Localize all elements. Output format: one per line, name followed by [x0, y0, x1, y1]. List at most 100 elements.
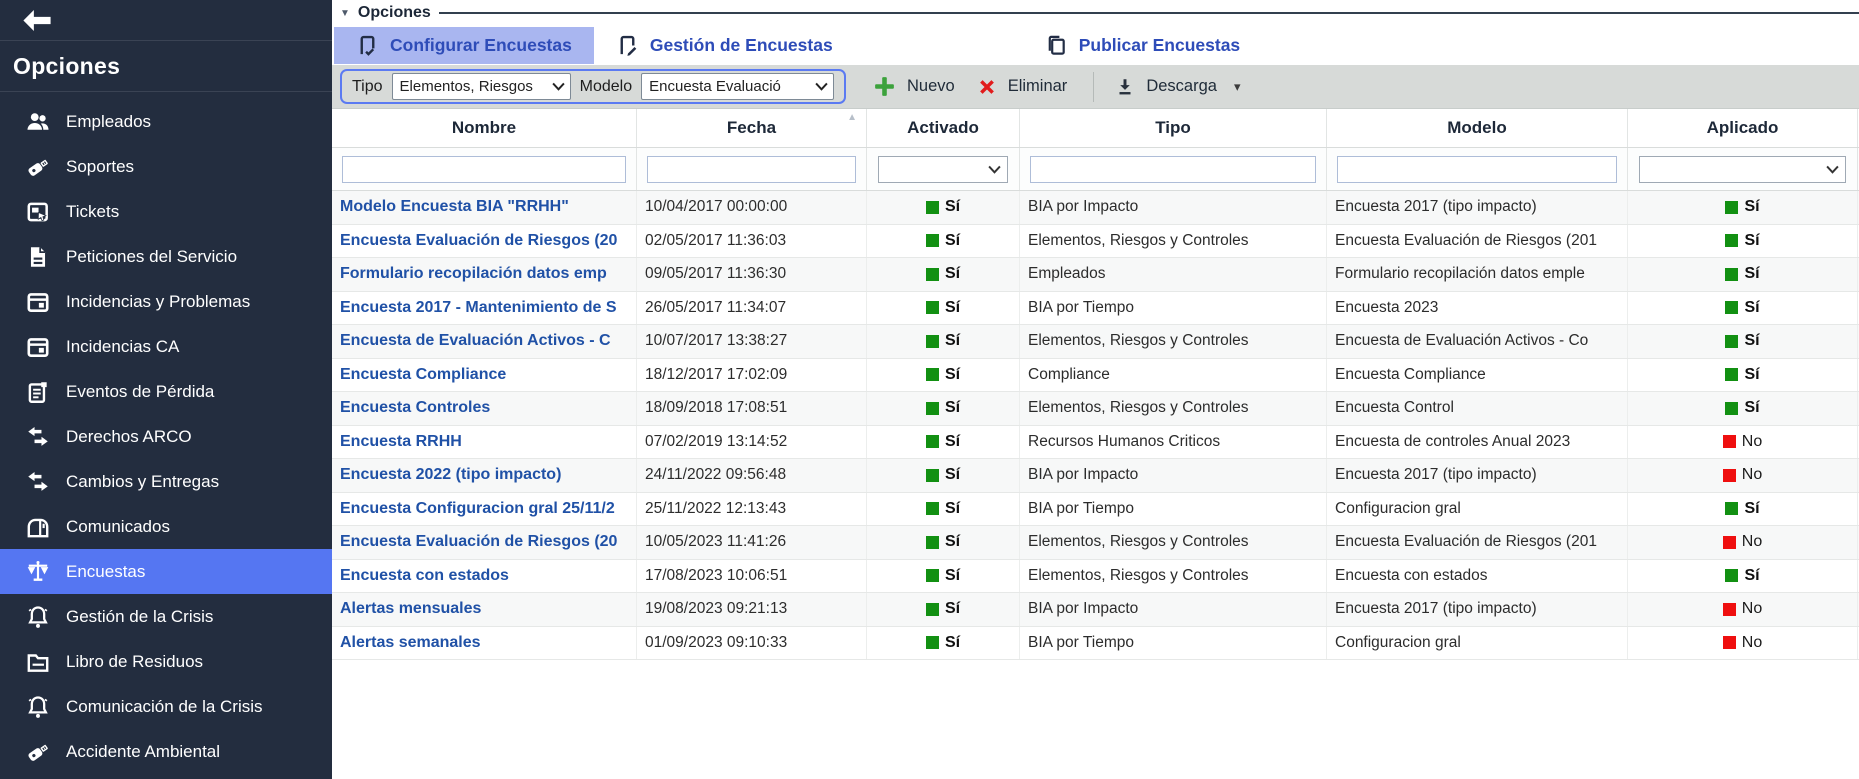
sidebar-item-incidencias-ca[interactable]: Incidencias CA — [0, 324, 332, 369]
filter-input-tipo[interactable] — [1030, 156, 1316, 183]
modelo-cell: Formulario recopilación datos emple — [1327, 258, 1628, 291]
table-row: Encuesta Compliance 18/12/2017 17:02:09 … — [332, 359, 1859, 393]
modelo-cell: Configuracion gral — [1327, 627, 1628, 660]
tipo-select[interactable]: Elementos, Riesgos — [392, 73, 571, 100]
survey-name-link[interactable]: Modelo Encuesta BIA "RRHH" — [340, 198, 569, 216]
back-arrow-icon — [22, 9, 52, 32]
survey-name-link[interactable]: Encuesta con estados — [340, 567, 509, 585]
activado-cell: Sí — [867, 426, 1020, 459]
filter-input-nombre[interactable] — [342, 156, 626, 183]
table-row: Encuesta 2017 - Mantenimiento de S 26/05… — [332, 292, 1859, 326]
sidebar-item-eventos-de-perdida[interactable]: Eventos de Pérdida — [0, 369, 332, 414]
sidebar-collapse-button[interactable] — [0, 0, 332, 41]
fecha-cell: 07/02/2019 13:14:52 — [637, 426, 867, 459]
sidebar-item-tickets[interactable]: Tickets — [0, 189, 332, 234]
status-square-icon — [926, 301, 939, 314]
survey-name-link[interactable]: Encuesta Configuracion gral 25/11/2 — [340, 500, 615, 518]
bookmark-check-icon — [356, 34, 379, 57]
tab-label: Publicar Encuestas — [1079, 35, 1240, 56]
tab-gestion-de-encuestas[interactable]: Gestión de Encuestas — [594, 27, 855, 64]
column-header-aplicado[interactable]: Aplicado — [1628, 109, 1858, 147]
column-header-fecha[interactable]: Fecha▲ — [637, 109, 867, 147]
modelo-cell: Encuesta con estados — [1327, 560, 1628, 593]
survey-name-link[interactable]: Alertas mensuales — [340, 600, 481, 618]
column-header-tipo[interactable]: Tipo — [1020, 109, 1327, 147]
tipo-cell: BIA por Impacto — [1020, 191, 1327, 224]
column-header-modelo[interactable]: Modelo — [1327, 109, 1628, 147]
descarga-button[interactable]: Descarga ▾ — [1114, 76, 1240, 98]
modelo-cell: Encuesta 2023 — [1327, 292, 1628, 325]
fecha-cell: 26/05/2017 11:34:07 — [637, 292, 867, 325]
sidebar-item-comunicacion-de-la-crisis[interactable]: Comunicación de la Crisis — [0, 684, 332, 729]
filter-cell-nombre — [332, 148, 637, 190]
filter-select-activado[interactable] — [878, 156, 1008, 183]
survey-name-link[interactable]: Encuesta Evaluación de Riesgos (20 — [340, 232, 617, 250]
document-icon — [25, 244, 51, 270]
tab-configurar-encuestas[interactable]: Configurar Encuestas — [334, 27, 594, 64]
fecha-cell: 10/07/2017 13:38:27 — [637, 325, 867, 358]
filter-input-fecha[interactable] — [647, 156, 856, 183]
survey-name-link[interactable]: Formulario recopilación datos emp — [340, 265, 607, 283]
table-row: Formulario recopilación datos emp 09/05/… — [332, 258, 1859, 292]
sidebar-item-empleados[interactable]: Empleados — [0, 99, 332, 144]
sidebar-item-encuestas[interactable]: Encuestas — [0, 549, 332, 594]
modelo-select[interactable]: Encuesta Evaluació — [641, 73, 834, 100]
modelo-cell: Encuesta de controles Anual 2023 — [1327, 426, 1628, 459]
status-square-icon — [1725, 569, 1738, 582]
sidebar-item-peticiones-del-servicio[interactable]: Peticiones del Servicio — [0, 234, 332, 279]
survey-name-link[interactable]: Encuesta 2022 (tipo impacto) — [340, 466, 561, 484]
tipo-cell: BIA por Tiempo — [1020, 292, 1327, 325]
sidebar-item-incidencias-y-problemas[interactable]: Incidencias y Problemas — [0, 279, 332, 324]
sidebar-item-libro-de-residuos[interactable]: Libro de Residuos — [0, 639, 332, 684]
filter-select-aplicado[interactable] — [1639, 156, 1846, 183]
modelo-cell: Encuesta de Evaluación Activos - Co — [1327, 325, 1628, 358]
survey-name-link[interactable]: Encuesta Compliance — [340, 366, 506, 384]
sidebar-item-derechos-arco[interactable]: Derechos ARCO — [0, 414, 332, 459]
column-header-nombre[interactable]: Nombre — [332, 109, 637, 147]
table-row: Encuesta Evaluación de Riesgos (20 02/05… — [332, 225, 1859, 259]
sidebar-item-gestion-de-la-crisis[interactable]: Gestión de la Crisis — [0, 594, 332, 639]
nuevo-button[interactable]: Nuevo — [872, 74, 955, 99]
status-square-icon — [926, 335, 939, 348]
survey-name-link[interactable]: Encuesta RRHH — [340, 433, 462, 451]
tab-label: Configurar Encuestas — [390, 35, 572, 56]
sidebar-title: Opciones — [0, 41, 332, 92]
collapse-triangle-icon[interactable]: ▼ — [340, 8, 350, 19]
survey-name-link[interactable]: Encuesta Controles — [340, 399, 490, 417]
table-row: Encuesta 2022 (tipo impacto) 24/11/2022 … — [332, 459, 1859, 493]
status-square-icon — [926, 502, 939, 515]
fecha-cell: 09/05/2017 11:36:30 — [637, 258, 867, 291]
modelo-cell: Encuesta 2017 (tipo impacto) — [1327, 593, 1628, 626]
sidebar-item-accidente-ambiental[interactable]: Accidente Ambiental — [0, 729, 332, 774]
sidebar-item-label: Accidente Ambiental — [66, 742, 220, 762]
eliminar-button[interactable]: Eliminar — [976, 76, 1068, 98]
tab-publicar-encuestas[interactable]: Publicar Encuestas — [1023, 27, 1262, 64]
column-header-activado[interactable]: Activado — [867, 109, 1020, 147]
table-header-row: NombreFecha▲ActivadoTipoModeloAplicado — [332, 109, 1859, 148]
aplicado-cell: Sí — [1628, 493, 1858, 526]
sidebar-item-comunicados[interactable]: Comunicados — [0, 504, 332, 549]
sidebar-item-label: Cambios y Entregas — [66, 472, 219, 492]
bell-icon — [25, 694, 51, 720]
sidebar-item-label: Incidencias y Problemas — [66, 292, 250, 312]
modelo-cell: Encuesta 2017 (tipo impacto) — [1327, 459, 1628, 492]
chevron-down-icon — [552, 82, 565, 91]
table-row: Encuesta Evaluación de Riesgos (20 10/05… — [332, 526, 1859, 560]
tipo-cell: BIA por Impacto — [1020, 459, 1327, 492]
modelo-cell: Encuesta Control — [1327, 392, 1628, 425]
sidebar-item-cambios-y-entregas[interactable]: Cambios y Entregas — [0, 459, 332, 504]
survey-name-link[interactable]: Encuesta de Evaluación Activos - C — [340, 332, 611, 350]
aplicado-cell: No — [1628, 627, 1858, 660]
sidebar-item-soportes[interactable]: Soportes — [0, 144, 332, 189]
filter-input-modelo[interactable] — [1337, 156, 1617, 183]
status-square-icon — [926, 435, 939, 448]
survey-name-link[interactable]: Alertas semanales — [340, 634, 481, 652]
table-row: Encuesta RRHH 07/02/2019 13:14:52 Sí Rec… — [332, 426, 1859, 460]
mailbox-icon — [25, 514, 51, 540]
filter-cell-aplicado — [1628, 148, 1858, 190]
options-panel-title: Opciones — [358, 4, 431, 22]
tipo-cell: Elementos, Riesgos y Controles — [1020, 325, 1327, 358]
activado-cell: Sí — [867, 258, 1020, 291]
survey-name-link[interactable]: Encuesta Evaluación de Riesgos (20 — [340, 533, 617, 551]
survey-name-link[interactable]: Encuesta 2017 - Mantenimiento de S — [340, 299, 617, 317]
